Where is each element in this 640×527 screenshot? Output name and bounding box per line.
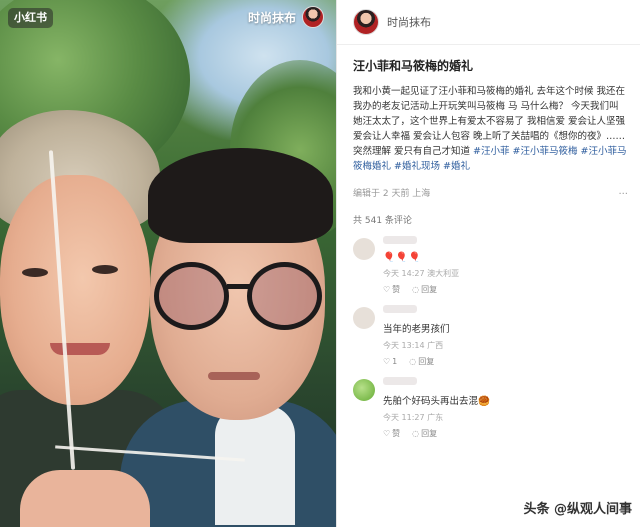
photo-author-name[interactable]: 时尚抹布	[248, 9, 296, 26]
hashtag-link[interactable]: #汪小菲	[473, 146, 509, 157]
person-left-face	[0, 175, 150, 405]
comment-meta: 今天 13:14 广西	[383, 341, 444, 350]
reply-button[interactable]: ◌ 回复	[412, 284, 437, 295]
comment-meta: 今天 14:27 澳大利亚	[383, 269, 460, 278]
post-photo[interactable]: 小红书 时尚抹布	[0, 0, 336, 527]
hashtag-link[interactable]: #汪小菲马筱梅	[513, 146, 578, 157]
header-divider	[337, 44, 640, 45]
comment-item: 先舶个好码头再出去混🥮 今天 11:27 广东 ♡ 赞 ◌ 回复	[353, 377, 628, 439]
person-left-mouth	[50, 343, 110, 355]
photo-author-avatar[interactable]	[302, 6, 324, 28]
author-avatar[interactable]	[353, 9, 379, 35]
like-button[interactable]: ♡ 赞	[383, 428, 400, 439]
heart-outline-icon: ♡	[383, 357, 391, 366]
comment-actions: ♡ 赞 ◌ 回复	[383, 428, 628, 439]
commenter-avatar[interactable]	[353, 238, 375, 260]
person-left-eye	[92, 265, 118, 274]
person-left-eye	[22, 268, 48, 277]
person-right-glasses	[152, 262, 327, 332]
like-count: 1	[392, 357, 398, 366]
comment-meta: 今天 11:27 广东	[383, 413, 444, 422]
chat-bubble-icon: ◌	[412, 285, 420, 294]
heart-outline-icon: ♡	[383, 429, 391, 438]
like-label: 赞	[392, 285, 401, 294]
edit-time-location: 编辑于 2 天前 上海	[353, 189, 431, 199]
reply-label: 回复	[421, 429, 438, 438]
commenter-name-redacted[interactable]	[383, 236, 417, 244]
app-logo: 小红书	[8, 8, 53, 28]
commenter-avatar[interactable]	[353, 379, 375, 401]
like-button[interactable]: ♡ 赞	[383, 284, 400, 295]
reply-button[interactable]: ◌ 回复	[409, 356, 434, 367]
hashtag-link[interactable]: #婚礼	[443, 161, 470, 172]
comment-item: 🎈🎈🎈 今天 14:27 澳大利亚 ♡ 赞 ◌ 回复	[353, 236, 628, 295]
heart-outline-icon: ♡	[383, 285, 391, 294]
commenter-name-redacted[interactable]	[383, 377, 417, 385]
chat-bubble-icon: ◌	[409, 357, 417, 366]
comment-text: 当年的老男孩们	[383, 324, 450, 335]
person-left-hand	[20, 470, 150, 527]
like-button[interactable]: ♡ 1	[383, 356, 397, 367]
photo-author[interactable]: 时尚抹布	[248, 6, 324, 28]
like-label: 赞	[392, 429, 401, 438]
more-options-icon[interactable]: ...	[618, 186, 628, 199]
commenter-avatar[interactable]	[353, 307, 375, 329]
post-meta: 编辑于 2 天前 上海 ...	[353, 186, 628, 199]
post-title: 汪小菲和马筱梅的婚礼	[353, 59, 474, 73]
person-right-shirt	[215, 405, 295, 525]
person-right-hair	[148, 148, 333, 243]
reply-label: 回复	[418, 357, 435, 366]
comment-item: 当年的老男孩们 今天 13:14 广西 ♡ 1 ◌ 回复	[353, 305, 628, 367]
hashtag-link[interactable]: #婚礼现场	[394, 161, 440, 172]
source-watermark: 头条 @纵观人间事	[523, 502, 632, 517]
comment-actions: ♡ 赞 ◌ 回复	[383, 284, 628, 295]
comment-actions: ♡ 1 ◌ 回复	[383, 356, 628, 367]
reply-label: 回复	[421, 285, 438, 294]
reply-button[interactable]: ◌ 回复	[412, 428, 437, 439]
post-detail-panel: 时尚抹布 汪小菲和马筱梅的婚礼 我和小黄一起见证了汪小菲和马筱梅的婚礼 去年这个…	[337, 0, 640, 527]
person-right-mouth	[208, 372, 260, 380]
author-name[interactable]: 时尚抹布	[387, 14, 431, 30]
comment-text: 先舶个好码头再出去混🥮	[383, 396, 490, 407]
commenter-name-redacted[interactable]	[383, 305, 417, 313]
chat-bubble-icon: ◌	[412, 429, 420, 438]
comment-count: 共 541 条评论	[353, 216, 412, 226]
post-body: 我和小黄一起见证了汪小菲和马筱梅的婚礼 去年这个时候 我还在我办的老友记活动上开…	[353, 84, 628, 174]
post-header: 时尚抹布	[353, 0, 628, 44]
comment-text: 🎈🎈🎈	[383, 252, 422, 263]
